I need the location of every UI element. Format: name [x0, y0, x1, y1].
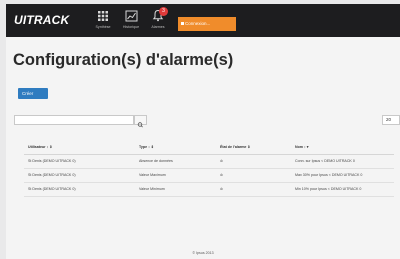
- column-header-nom[interactable]: Nom ↕ ▾: [295, 145, 309, 149]
- search-button[interactable]: [134, 115, 147, 128]
- chart-icon: [116, 9, 146, 23]
- table-row[interactable]: St Denis (DEMO UITRACK 0) Absence de don…: [24, 155, 394, 169]
- page-size-select[interactable]: 20: [382, 115, 400, 125]
- connection-button[interactable]: Connexion...: [178, 17, 236, 31]
- column-header-type[interactable]: Type ↕ ⇕: [139, 145, 154, 149]
- nav-alarmes-label: Alarmes: [151, 25, 165, 29]
- cell-utilisateur: St Denis (DEMO UITRACK 0): [28, 159, 76, 163]
- table-header: Utilisateur ↕ ⇕ Type ↕ ⇕ État de l'alarm…: [24, 141, 394, 155]
- nav-historique[interactable]: Historique: [116, 9, 146, 29]
- app-logo[interactable]: UITRACK: [14, 13, 69, 27]
- cell-nom[interactable]: Max 30% pour Ipsus < DEMO UITRACK 0: [295, 173, 362, 177]
- search-icon: [137, 122, 143, 128]
- cell-type: Absence de données: [139, 159, 173, 163]
- nav-historique-label: Historique: [122, 25, 140, 29]
- table-row[interactable]: St Denis (DEMO UITRACK 0) Valeur Maximum…: [24, 169, 394, 183]
- cell-nom[interactable]: Conn. sur Ipsus < DEMO UITRACK 0: [295, 159, 355, 163]
- alarm-state-icon[interactable]: ⊘: [220, 187, 223, 191]
- top-navbar: UITRACK Synthèse Historique 3 Alarmes Co…: [6, 4, 400, 37]
- cell-nom[interactable]: Min 10% pour Ipsus < DEMO UITRACK 0: [295, 187, 361, 191]
- footer-copyright: © Ipsus 2013: [192, 251, 214, 255]
- bell-icon: [143, 9, 173, 23]
- cell-utilisateur: St Denis (DEMO UITRACK 0): [28, 173, 76, 177]
- create-button[interactable]: Créer: [18, 88, 48, 99]
- nav-synthese[interactable]: Synthèse: [88, 9, 118, 29]
- connection-label: Connexion...: [185, 21, 211, 26]
- alarm-config-table: Utilisateur ↕ ⇕ Type ↕ ⇕ État de l'alarm…: [24, 141, 394, 197]
- alarm-state-icon[interactable]: ⊘: [220, 159, 223, 163]
- app-window: UITRACK Synthèse Historique 3 Alarmes Co…: [6, 4, 400, 259]
- alarm-count-badge: 3: [159, 7, 168, 16]
- column-header-utilisateur[interactable]: Utilisateur ↕ ⇕: [28, 145, 52, 149]
- alarm-state-icon[interactable]: ⊘: [220, 173, 223, 177]
- table-row[interactable]: St Denis (DEMO UITRACK 0) Valeur Minimum…: [24, 183, 394, 197]
- cell-type: Valeur Maximum: [139, 173, 166, 177]
- nav-synthese-label: Synthèse: [95, 25, 111, 29]
- grid-icon: [88, 9, 118, 23]
- nav-alarmes[interactable]: 3 Alarmes: [143, 7, 173, 29]
- cell-utilisateur: St Denis (DEMO UITRACK 0): [28, 187, 76, 191]
- page-title: Configuration(s) d'alarme(s): [13, 51, 234, 69]
- connection-status-icon: [181, 22, 184, 25]
- column-header-etat[interactable]: État de l'alarme ⇕: [220, 145, 250, 149]
- cell-type: Valeur Minimum: [139, 187, 165, 191]
- search-input[interactable]: [14, 115, 134, 125]
